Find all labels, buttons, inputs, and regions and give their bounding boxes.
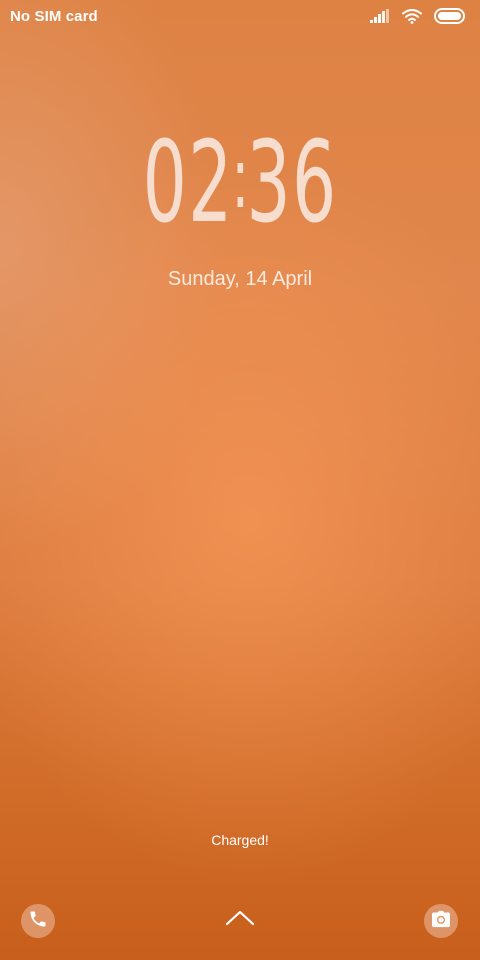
phone-icon — [28, 909, 48, 934]
signal-icon — [370, 8, 390, 28]
unlock-swipe-handle[interactable] — [224, 908, 256, 928]
clock-hours: 02 — [142, 118, 234, 248]
lock-clock: 02 36 — [0, 118, 480, 248]
status-bar: No SIM card — [0, 0, 480, 36]
chevron-up-icon — [224, 910, 256, 932]
phone-shortcut-button[interactable] — [21, 904, 55, 938]
clock-minutes: 36 — [246, 118, 338, 248]
camera-icon — [431, 910, 451, 933]
clock-digits: 02 36 — [143, 118, 338, 248]
camera-shortcut-button[interactable] — [424, 904, 458, 938]
carrier-label: No SIM card — [10, 8, 98, 25]
charge-status: Charged! — [211, 832, 269, 848]
clock-separator — [237, 151, 243, 221]
battery-icon — [434, 7, 466, 29]
wifi-icon — [402, 8, 422, 29]
lock-date: Sunday, 14 April — [167, 268, 313, 290]
status-icons — [370, 7, 466, 29]
